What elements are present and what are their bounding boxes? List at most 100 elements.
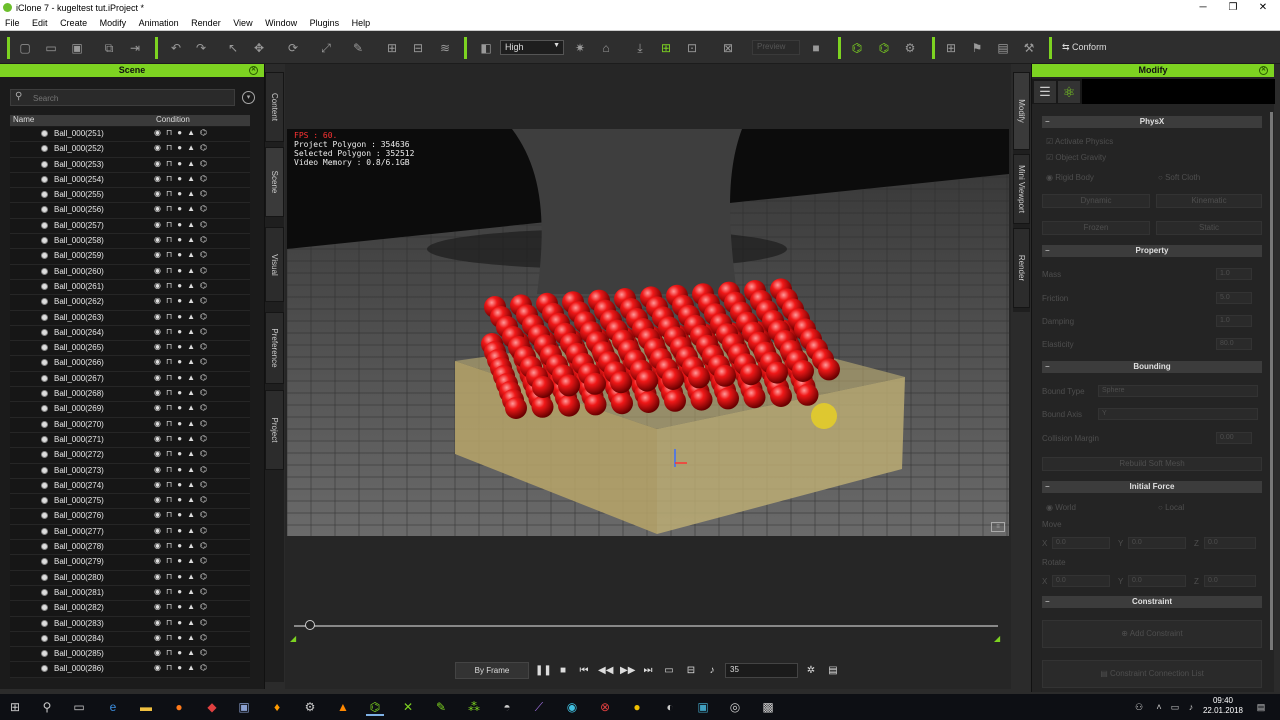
render-icon[interactable]: ● [177,342,187,351]
app-yellow-icon[interactable]: ● [628,698,646,716]
physics-state-icon[interactable]: ⌬ [200,159,212,168]
next-frame-icon[interactable]: ▶▶ [620,664,635,678]
physics-state-icon[interactable]: ⌬ [200,143,212,152]
app-leaf-icon[interactable]: ✎ [432,698,450,716]
physics-state-icon[interactable]: ⌬ [200,327,212,336]
timeline-panel-icon[interactable]: ▤ [826,664,840,678]
render-icon[interactable]: ● [177,572,187,581]
eye-icon[interactable]: ◉ [154,204,166,213]
iclone-icon[interactable]: ⌬ [366,698,384,716]
object-visibility-icon[interactable] [41,466,48,474]
flag-icon[interactable]: ⚑ [969,40,985,56]
render-icon[interactable]: ● [177,480,187,489]
close-icon[interactable]: ✕ [1259,66,1268,75]
activate-physics-checkbox[interactable]: ☑ Activate Physics [1046,137,1113,146]
document-app-icon[interactable]: ▣ [235,698,253,716]
condition-icons[interactable]: ◉⊓●▲⌬ [154,572,250,585]
app-circle-icon[interactable]: ◉ [563,698,581,716]
section-bounding[interactable]: − Bounding [1042,361,1262,373]
tab-mini-viewport[interactable]: Mini Viewport [1013,154,1030,224]
physics-state-icon[interactable]: ⌬ [200,312,212,321]
section-property[interactable]: − Property [1042,245,1262,257]
physics-state-icon[interactable]: ⌬ [200,541,212,550]
physics-state-icon[interactable]: ⌬ [200,220,212,229]
eye-icon[interactable]: ◉ [154,434,166,443]
view-icon[interactable]: ⊡ [684,40,700,56]
condition-icons[interactable]: ◉⊓●▲⌬ [154,480,250,493]
shadow-icon[interactable]: ▲ [187,618,200,627]
edge-browser-icon[interactable]: e [104,698,122,716]
modify-panel-scrollbar[interactable] [1270,112,1273,650]
shadow-icon[interactable]: ▲ [187,572,200,581]
condition-icons[interactable]: ◉⊓●▲⌬ [154,648,250,661]
condition-icons[interactable]: ◉⊓●▲⌬ [154,434,250,447]
close-button[interactable]: ✕ [1248,0,1278,16]
lock-icon[interactable]: ⊓ [166,541,177,550]
filter-icon[interactable]: ▾ [242,91,255,104]
shadow-icon[interactable]: ▲ [187,541,200,550]
timeline-playhead[interactable] [305,620,315,630]
render-icon[interactable]: ● [177,648,187,657]
lock-icon[interactable]: ⊓ [166,174,177,183]
eye-icon[interactable]: ◉ [154,541,166,550]
section-constraint[interactable]: − Constraint [1042,596,1262,608]
save-icon[interactable]: ▣ [69,40,85,56]
app-x-icon[interactable]: ✕ [399,698,417,716]
local-radio[interactable]: ○ Local [1158,503,1184,512]
render-icon[interactable]: ● [177,403,187,412]
shadow-icon[interactable]: ▲ [187,403,200,412]
scene-search-input[interactable] [33,92,223,104]
display-mode-icon[interactable]: ◧ [478,40,494,56]
object-visibility-icon[interactable] [41,267,48,275]
world-radio[interactable]: ◉ World [1046,503,1076,512]
lock-icon[interactable]: ⊓ [166,220,177,229]
menu-window[interactable]: Window [260,16,302,28]
damping-input[interactable]: 1.0 [1216,315,1252,327]
condition-icons[interactable]: ◉⊓●▲⌬ [154,388,250,401]
lock-icon[interactable]: ⊓ [166,143,177,152]
scene-list-item[interactable]: Ball_000(253) ◉⊓●▲⌬ [10,157,250,173]
range-icon[interactable]: ⊟ [684,664,698,678]
menu-animation[interactable]: Animation [134,16,184,28]
eye-icon[interactable]: ◉ [154,327,166,336]
object-visibility-icon[interactable] [41,420,48,428]
import-icon[interactable]: ⧉ [101,40,117,56]
physics-icon[interactable]: ⌬ [849,40,865,56]
section-physx[interactable]: − PhysX [1042,116,1262,128]
friction-input[interactable]: 5.0 [1216,292,1252,304]
mass-input[interactable]: 1.0 [1216,268,1252,280]
scene-list-item[interactable]: Ball_000(285) ◉⊓●▲⌬ [10,647,250,663]
column-name-header[interactable]: Name [13,115,34,124]
eye-icon[interactable]: ◉ [154,449,166,458]
eye-icon[interactable]: ◉ [154,648,166,657]
physics-state-icon[interactable]: ⌬ [200,663,212,672]
sliders-icon[interactable]: ☰ [1034,81,1056,103]
render-icon[interactable]: ● [177,312,187,321]
rotate-icon[interactable]: ⟳ [285,40,301,56]
condition-icons[interactable]: ◉⊓●▲⌬ [154,556,250,569]
object-visibility-icon[interactable] [41,328,48,336]
scene-list-item[interactable]: Ball_000(269) ◉⊓●▲⌬ [10,402,250,418]
wrench-icon[interactable]: ⚒ [1021,40,1037,56]
app-feather-icon[interactable]: ⟋ [530,698,548,716]
rotate-x-input[interactable]: 0.0 [1052,575,1110,587]
lock-icon[interactable]: ⊓ [166,357,177,366]
scene-list-item[interactable]: Ball_000(275) ◉⊓●▲⌬ [10,494,250,510]
lock-icon[interactable]: ⊓ [166,480,177,489]
physics-state-icon[interactable]: ⌬ [200,296,212,305]
object-visibility-icon[interactable] [41,252,48,260]
condition-icons[interactable]: ◉⊓●▲⌬ [154,419,250,432]
eye-icon[interactable]: ◉ [154,174,166,183]
app-glasses-icon[interactable]: ⊗ [596,698,614,716]
scene-list-item[interactable]: Ball_000(277) ◉⊓●▲⌬ [10,524,250,541]
soft-cloth-radio[interactable]: ○ Soft Cloth [1158,173,1200,182]
network-icon[interactable]: ⚙ [902,40,918,56]
shadow-icon[interactable]: ▲ [187,296,200,305]
collision-margin-input[interactable]: 0.00 [1216,432,1252,444]
scene-list-item[interactable]: Ball_000(268) ◉⊓●▲⌬ [10,387,250,403]
camera-frame-icon[interactable]: ⊠ [720,40,736,56]
app-box-icon[interactable]: ▩ [759,698,777,716]
frozen-button[interactable]: Frozen [1042,221,1150,235]
eye-icon[interactable]: ◉ [154,296,166,305]
condition-icons[interactable]: ◉⊓●▲⌬ [154,312,250,325]
